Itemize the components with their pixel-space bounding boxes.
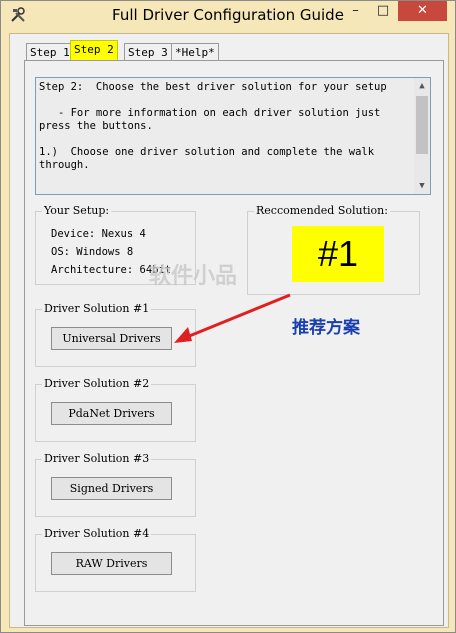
driver-solution-3-group: Driver Solution #3 Signed Drivers bbox=[35, 452, 196, 517]
maximize-button[interactable]: □ bbox=[370, 1, 396, 21]
instructions-text: Step 2: Choose the best driver solution … bbox=[39, 81, 387, 171]
your-setup-legend: Your Setup: bbox=[42, 204, 112, 217]
pdanet-drivers-button[interactable]: PdaNet Drivers bbox=[51, 402, 172, 425]
driver-solution-4-legend: Driver Solution #4 bbox=[42, 527, 152, 540]
driver-solution-3-legend: Driver Solution #3 bbox=[42, 452, 152, 465]
driver-solution-1-legend: Driver Solution #1 bbox=[42, 302, 152, 315]
red-arrow-icon bbox=[174, 293, 291, 343]
setup-device: Device: Nexus 4 bbox=[51, 228, 146, 240]
driver-solution-2-group: Driver Solution #2 PdaNet Drivers bbox=[35, 377, 196, 442]
minimize-icon: – bbox=[352, 3, 359, 18]
scroll-down-icon[interactable]: ▼ bbox=[414, 178, 430, 194]
vertical-scrollbar[interactable]: ▲ ▼ bbox=[414, 78, 430, 194]
driver-solution-2-legend: Driver Solution #2 bbox=[42, 377, 152, 390]
signed-drivers-button[interactable]: Signed Drivers bbox=[51, 477, 172, 500]
annotation-label: 推荐方案 bbox=[292, 318, 360, 338]
minimize-button[interactable]: – bbox=[342, 1, 369, 21]
recommended-value: #1 bbox=[292, 226, 384, 282]
scroll-up-icon[interactable]: ▲ bbox=[414, 78, 430, 94]
recommended-legend: Reccomended Solution: bbox=[254, 204, 390, 217]
recommended-solution-group: Reccomended Solution: #1 bbox=[247, 204, 420, 295]
raw-drivers-button[interactable]: RAW Drivers bbox=[51, 552, 172, 575]
universal-drivers-button[interactable]: Universal Drivers bbox=[51, 327, 172, 350]
close-icon: ✕ bbox=[417, 3, 428, 18]
instructions-textbox[interactable]: Step 2: Choose the best driver solution … bbox=[35, 77, 431, 195]
maximize-icon: □ bbox=[376, 3, 390, 18]
watermark-text: 软件小品 bbox=[149, 264, 238, 289]
scroll-thumb[interactable] bbox=[416, 96, 428, 154]
title-bar[interactable]: Full Driver Configuration Guide – □ ✕ bbox=[1, 1, 455, 33]
app-window: Full Driver Configuration Guide – □ ✕ St… bbox=[0, 0, 456, 633]
close-button[interactable]: ✕ bbox=[398, 1, 447, 21]
driver-solution-4-group: Driver Solution #4 RAW Drivers bbox=[35, 527, 196, 592]
setup-os: OS: Windows 8 bbox=[51, 246, 134, 258]
